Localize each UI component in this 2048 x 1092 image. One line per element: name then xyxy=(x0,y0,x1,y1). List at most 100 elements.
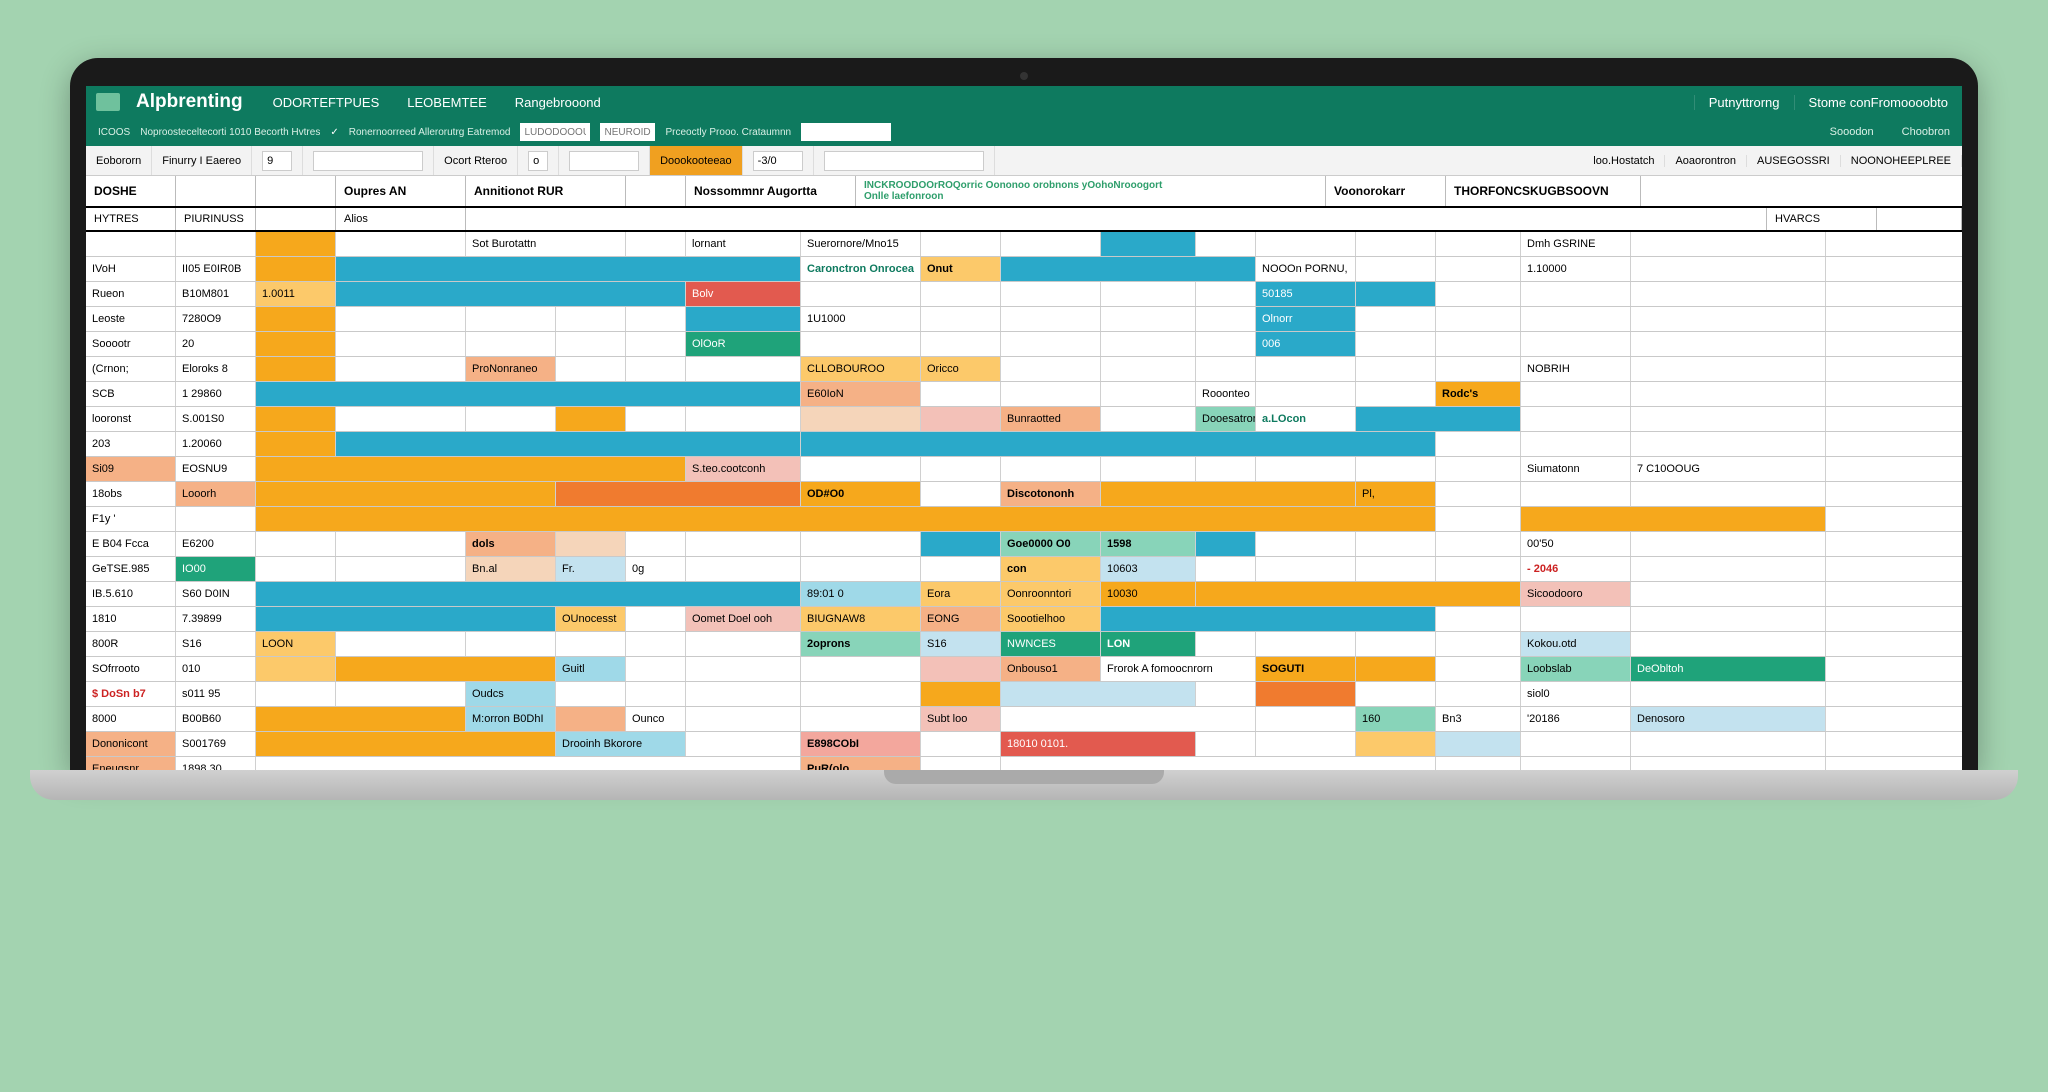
cell[interactable]: a.LOcon xyxy=(1256,407,1356,431)
cell[interactable] xyxy=(336,357,466,381)
cell[interactable] xyxy=(336,557,466,581)
cell[interactable] xyxy=(1196,732,1256,756)
cell[interactable] xyxy=(556,332,626,356)
cell[interactable]: Bunraotted xyxy=(1001,407,1101,431)
cell[interactable]: 00'50 xyxy=(1521,532,1631,556)
hdr-c0[interactable]: DOSHE xyxy=(86,176,176,206)
cell[interactable]: 20 xyxy=(176,332,256,356)
cell[interactable] xyxy=(1356,682,1436,706)
cell[interactable] xyxy=(556,482,801,506)
cell[interactable] xyxy=(176,507,256,531)
cell[interactable] xyxy=(1356,332,1436,356)
cell[interactable] xyxy=(336,432,801,456)
cell[interactable] xyxy=(626,657,686,681)
cell[interactable]: M:orron B0DhI xyxy=(466,707,556,731)
cell[interactable] xyxy=(1436,457,1521,481)
cell[interactable] xyxy=(686,657,801,681)
tb-input-3[interactable] xyxy=(753,151,803,171)
cell[interactable] xyxy=(801,332,921,356)
cell[interactable] xyxy=(1256,732,1356,756)
cell[interactable] xyxy=(256,232,336,256)
cell[interactable] xyxy=(256,432,336,456)
cell[interactable] xyxy=(801,432,1436,456)
cell[interactable] xyxy=(556,707,626,731)
cell[interactable] xyxy=(1256,232,1356,256)
ribbon-right-0[interactable]: Putnyttrorng xyxy=(1694,95,1794,110)
tb-button-orange[interactable]: Doookooteeao xyxy=(650,146,743,175)
cell[interactable]: 18010 0101. xyxy=(1001,732,1196,756)
ribbon-tab-0[interactable]: ODORTEFTPUES xyxy=(259,86,394,118)
cell[interactable] xyxy=(1631,582,1826,606)
sub-side-0[interactable]: Sooodon xyxy=(1830,126,1874,138)
cell[interactable]: BIUGNAW8 xyxy=(801,607,921,631)
cell[interactable] xyxy=(921,682,1001,706)
table-row[interactable]: F1y ' xyxy=(86,507,1962,532)
tb-right-2[interactable]: AUSEGOSSRI xyxy=(1747,155,1841,167)
cell[interactable]: 1598 xyxy=(1101,532,1196,556)
cell[interactable] xyxy=(1631,332,1826,356)
cell[interactable] xyxy=(1196,282,1256,306)
cell[interactable] xyxy=(256,732,556,756)
cell[interactable] xyxy=(256,382,801,406)
hdr2-c3[interactable]: Alios xyxy=(336,208,466,230)
cell[interactable] xyxy=(86,232,176,256)
cell[interactable]: 50185 xyxy=(1256,282,1356,306)
cell[interactable] xyxy=(1436,307,1521,331)
cell[interactable] xyxy=(256,657,336,681)
cell[interactable] xyxy=(1436,357,1521,381)
cell[interactable] xyxy=(801,707,921,731)
cell[interactable] xyxy=(921,557,1001,581)
cell[interactable]: Dooesatron xyxy=(1196,407,1256,431)
cell[interactable] xyxy=(256,307,336,331)
cell[interactable]: Discotononh xyxy=(1001,482,1101,506)
cell[interactable] xyxy=(921,307,1001,331)
cell[interactable]: Oudcs xyxy=(466,682,556,706)
cell[interactable] xyxy=(1631,282,1826,306)
table-row[interactable]: looronstS.001S0BunraottedDooesatrona.LOc… xyxy=(86,407,1962,432)
cell[interactable]: F1y ' xyxy=(86,507,176,531)
cell[interactable] xyxy=(1001,757,1436,770)
cell[interactable] xyxy=(1196,307,1256,331)
cell[interactable] xyxy=(1631,257,1826,281)
table-row[interactable]: 800RS16LOON2opronsS16NWNCESLONKokou.otd xyxy=(86,632,1962,657)
cell[interactable]: Sooootr xyxy=(86,332,176,356)
cell[interactable]: 1U1000 xyxy=(801,307,921,331)
file-icon[interactable] xyxy=(96,93,120,111)
cell[interactable] xyxy=(1631,432,1826,456)
cell[interactable] xyxy=(1001,382,1101,406)
cell[interactable] xyxy=(256,482,556,506)
cell[interactable]: 160 xyxy=(1356,707,1436,731)
cell[interactable] xyxy=(1631,307,1826,331)
cell[interactable] xyxy=(1436,632,1521,656)
cell[interactable] xyxy=(1101,382,1196,406)
table-row[interactable]: Si09EOSNU9S.teo.cootconhSiumatonn7 C10OO… xyxy=(86,457,1962,482)
cell[interactable]: Oricco xyxy=(921,357,1001,381)
cell[interactable] xyxy=(256,582,801,606)
cell[interactable]: Looorh xyxy=(176,482,256,506)
cell[interactable] xyxy=(686,682,801,706)
cell[interactable] xyxy=(336,232,466,256)
cell[interactable] xyxy=(466,332,556,356)
cell[interactable]: E6200 xyxy=(176,532,256,556)
cell[interactable]: Loobslab xyxy=(1521,657,1631,681)
table-row[interactable]: Sot BurotattnlornantSuerornore/Mno15Dmh … xyxy=(86,232,1962,257)
cell[interactable]: Sicoodooro xyxy=(1521,582,1631,606)
table-row[interactable]: E B04 FccaE6200dolsGoe0000 O0159800'50 xyxy=(86,532,1962,557)
cell[interactable] xyxy=(256,507,1436,531)
cell[interactable] xyxy=(556,682,626,706)
cell[interactable] xyxy=(1436,482,1521,506)
cell[interactable] xyxy=(336,332,466,356)
cell[interactable] xyxy=(1631,532,1826,556)
cell[interactable]: Eora xyxy=(921,582,1001,606)
ribbon-tab-1[interactable]: LEOBEMTEE xyxy=(393,86,500,118)
cell[interactable]: Leoste xyxy=(86,307,176,331)
cell[interactable]: Guitl xyxy=(556,657,626,681)
cell[interactable] xyxy=(556,407,626,431)
cell[interactable]: 1810 xyxy=(86,607,176,631)
cell[interactable]: DeObltoh xyxy=(1631,657,1826,681)
sub-input-3[interactable] xyxy=(801,123,891,141)
cell[interactable] xyxy=(336,307,466,331)
cell[interactable]: 010 xyxy=(176,657,256,681)
cell[interactable]: GeTSE.985 xyxy=(86,557,176,581)
cell[interactable] xyxy=(1001,457,1101,481)
